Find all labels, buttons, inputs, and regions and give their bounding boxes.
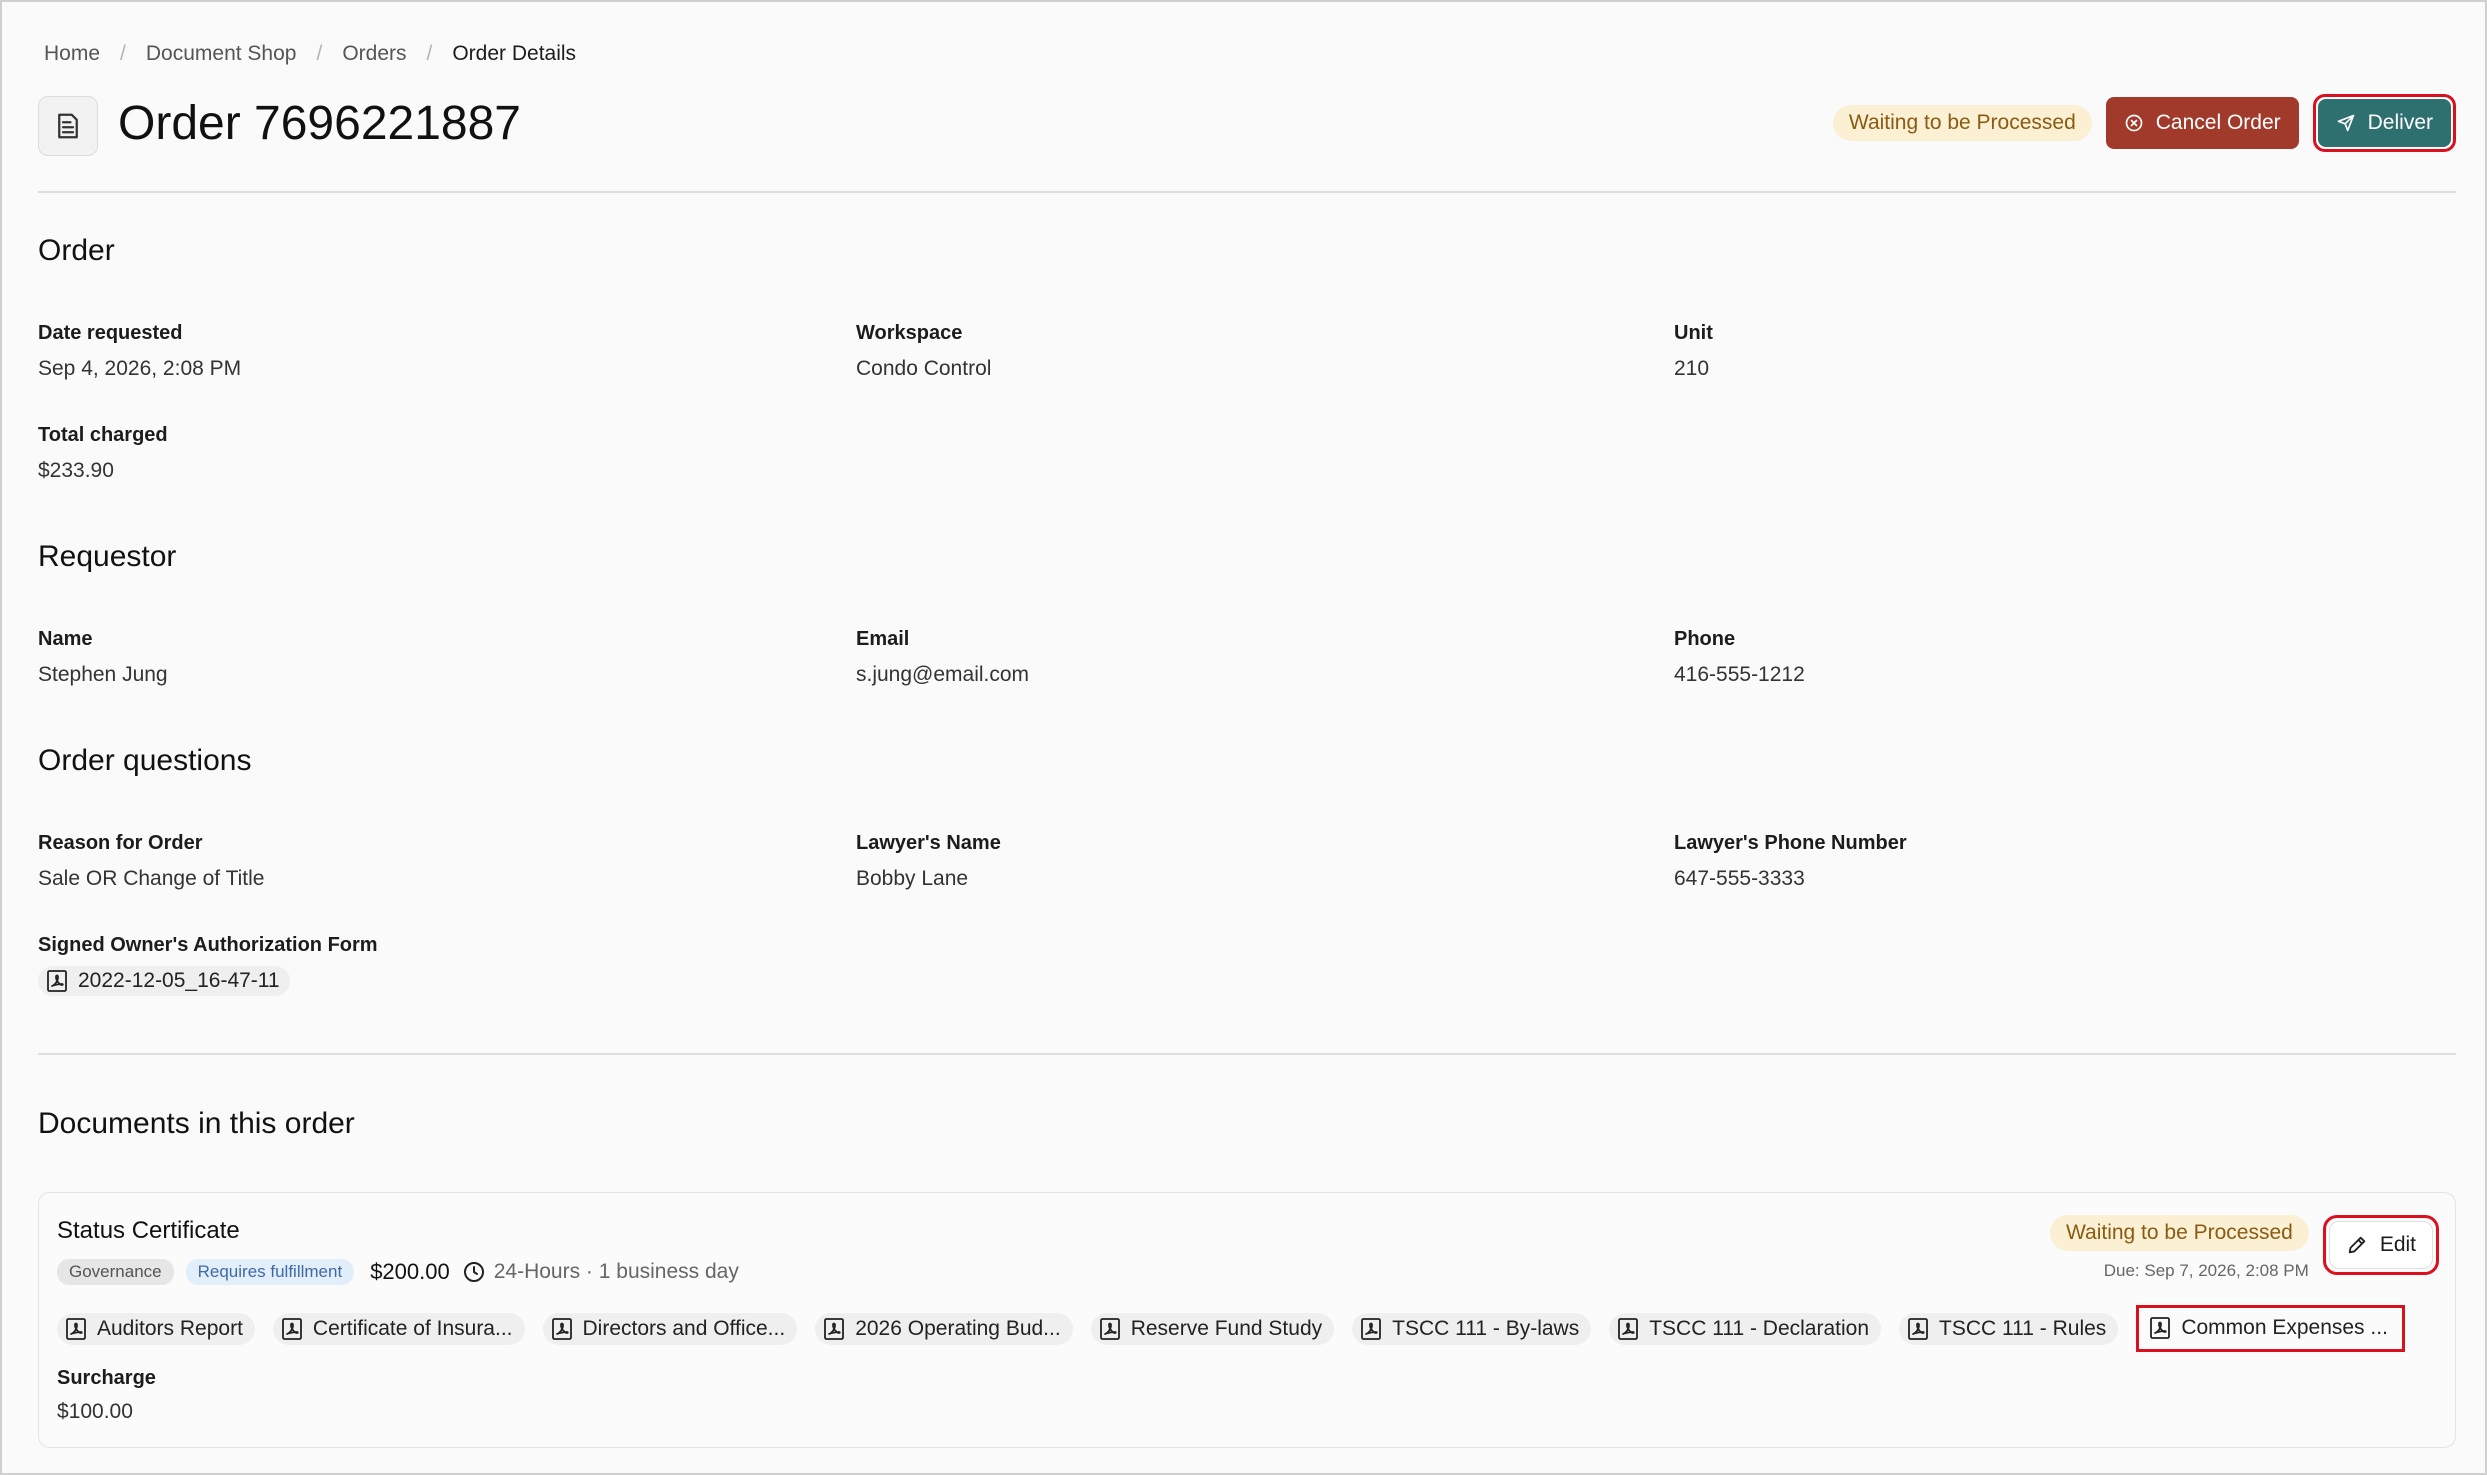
lawyer-name-label: Lawyer's Name [856, 832, 1001, 854]
highlighted-file: Common Expenses ... [2136, 1305, 2405, 1352]
pdf-file-icon [1099, 1317, 1120, 1340]
file-name: Reserve Fund Study [1130, 1316, 1323, 1340]
pdf-file-icon [47, 970, 67, 992]
document-card: Status Certificate Governance Requires f… [38, 1192, 2456, 1448]
document-files: Auditors Report Certificate of Insura...… [57, 1305, 2405, 1352]
breadcrumb-home[interactable]: Home [44, 42, 100, 66]
requestor-section-title: Requestor [38, 540, 177, 573]
document-meta: Governance Requires fulfillment $200.00 … [57, 1259, 739, 1285]
requestor-name-value: Stephen Jung [38, 663, 168, 686]
pdf-file-icon [1908, 1317, 1928, 1340]
requestor-email-value: s.jung@email.com [856, 663, 1030, 686]
edit-button[interactable]: Edit [2328, 1221, 2433, 1269]
send-icon [2337, 114, 2354, 132]
file-name: Auditors Report [97, 1316, 243, 1340]
file-chip[interactable]: TSCC 111 - By-laws [1352, 1312, 1592, 1345]
file-name: 2026 Operating Bud... [855, 1316, 1061, 1340]
clock-icon [463, 1262, 484, 1282]
date-requested-label: Date requested [38, 322, 183, 344]
file-name: TSCC 111 - Rules [1939, 1316, 2107, 1340]
fulfillment-tag: Requires fulfillment [185, 1259, 355, 1285]
requestor-phone-label: Phone [1674, 628, 1736, 650]
order-questions-section-title: Order questions [38, 744, 252, 777]
deliver-button-highlight: Deliver [2312, 94, 2456, 152]
requestor-phone-value: 416-555-1212 [1674, 663, 1805, 686]
document-status: Waiting to be Processed Due: Sep 7, 2026… [2049, 1215, 2309, 1281]
lawyer-name-value: Bobby Lane [856, 867, 969, 890]
file-name: Certificate of Insura... [312, 1316, 513, 1340]
file-chip[interactable]: TSCC 111 - Rules [1899, 1312, 2119, 1345]
breadcrumb-orders[interactable]: Orders [342, 42, 406, 66]
document-icon [38, 96, 98, 156]
surcharge-label: Surcharge [57, 1367, 156, 1389]
breadcrumb-current: Order Details [452, 42, 577, 65]
lawyer-phone-label: Lawyer's Phone Number [1674, 832, 1907, 854]
header-actions: Waiting to be Processed Cancel Order Del… [1832, 94, 2456, 152]
unit-value: 210 [1674, 357, 1710, 380]
reason-label: Reason for Order [38, 832, 203, 854]
file-chip[interactable]: Directors and Office... [542, 1312, 798, 1345]
deliver-label: Deliver [2367, 111, 2433, 134]
date-requested-value: Sep 4, 2026, 2:08 PM [38, 357, 242, 380]
turnaround: 24-Hours · 1 business day [462, 1260, 739, 1284]
pdf-file-icon [824, 1317, 845, 1340]
documents-section-title: Documents in this order [38, 1107, 355, 1140]
pdf-file-icon [1618, 1317, 1639, 1340]
category-tag: Governance [57, 1259, 174, 1285]
pdf-file-icon [551, 1317, 572, 1340]
breadcrumb-separator: / [120, 42, 126, 65]
lawyer-phone-value: 647-555-3333 [1674, 867, 1805, 890]
file-chip[interactable]: TSCC 111 - Declaration [1609, 1312, 1882, 1345]
page-title: Order 7696221887 [118, 97, 521, 150]
document-name: Status Certificate [57, 1217, 240, 1244]
unit-label: Unit [1674, 322, 1713, 344]
breadcrumb: Home / Document Shop / Orders / Order De… [44, 42, 576, 66]
breadcrumb-separator: / [426, 42, 433, 65]
pdf-file-icon [2150, 1317, 2171, 1339]
pdf-file-icon [282, 1317, 302, 1340]
document-price: $200.00 [370, 1259, 450, 1284]
cancel-order-button[interactable]: Cancel Order [2105, 97, 2299, 149]
file-name: TSCC 111 - By-laws [1392, 1316, 1580, 1340]
surcharge-value: $100.00 [57, 1400, 133, 1423]
workspace-value: Condo Control [856, 357, 992, 380]
cancel-order-label: Cancel Order [2155, 111, 2281, 134]
file-name: Common Expenses ... [2181, 1316, 2388, 1339]
divider [38, 191, 2456, 193]
cancel-circle-icon [2125, 114, 2143, 132]
edit-button-highlight: Edit [2322, 1215, 2439, 1275]
file-chip[interactable]: Certificate of Insura... [272, 1312, 525, 1345]
pdf-file-icon [66, 1317, 86, 1340]
reason-value: Sale OR Change of Title [38, 867, 265, 890]
auth-form-file[interactable]: 2022-12-05_16-47-11 [38, 966, 290, 996]
breadcrumb-document-shop[interactable]: Document Shop [146, 42, 297, 66]
total-charged-label: Total charged [38, 424, 168, 446]
file-chip[interactable]: Common Expenses ... [2149, 1312, 2388, 1344]
pdf-file-icon [1361, 1317, 1382, 1340]
file-name: TSCC 111 - Declaration [1649, 1316, 1870, 1340]
order-status-badge: Waiting to be Processed [1832, 105, 2092, 141]
turnaround-text: 24-Hours · 1 business day [493, 1260, 739, 1283]
app-window: Home / Document Shop / Orders / Order De… [0, 0, 2487, 1475]
document-actions: Waiting to be Processed Due: Sep 7, 2026… [2049, 1215, 2439, 1281]
file-chip[interactable]: Reserve Fund Study [1090, 1312, 1335, 1345]
order-section-title: Order [38, 234, 115, 267]
edit-label: Edit [2379, 1233, 2416, 1256]
page-header: Order 7696221887 Waiting to be Processed… [38, 92, 2456, 158]
due-date: Due: Sep 7, 2026, 2:08 PM [2103, 1261, 2309, 1280]
auth-form-label: Signed Owner's Authorization Form [38, 934, 378, 956]
file-name: Directors and Office... [582, 1316, 786, 1340]
breadcrumb-separator: / [316, 42, 323, 65]
auth-form-file-name: 2022-12-05_16-47-11 [78, 969, 280, 992]
deliver-button[interactable]: Deliver [2317, 99, 2451, 147]
requestor-email-label: Email [856, 628, 910, 650]
pencil-icon [2348, 1236, 2366, 1254]
total-charged-value: $233.90 [38, 459, 114, 482]
requestor-name-label: Name [38, 628, 93, 650]
divider [38, 1053, 2456, 1055]
file-chip[interactable]: 2026 Operating Bud... [815, 1312, 1073, 1345]
workspace-label: Workspace [856, 322, 963, 344]
file-chip[interactable]: Auditors Report [57, 1312, 255, 1345]
document-status-badge: Waiting to be Processed [2049, 1215, 2309, 1251]
